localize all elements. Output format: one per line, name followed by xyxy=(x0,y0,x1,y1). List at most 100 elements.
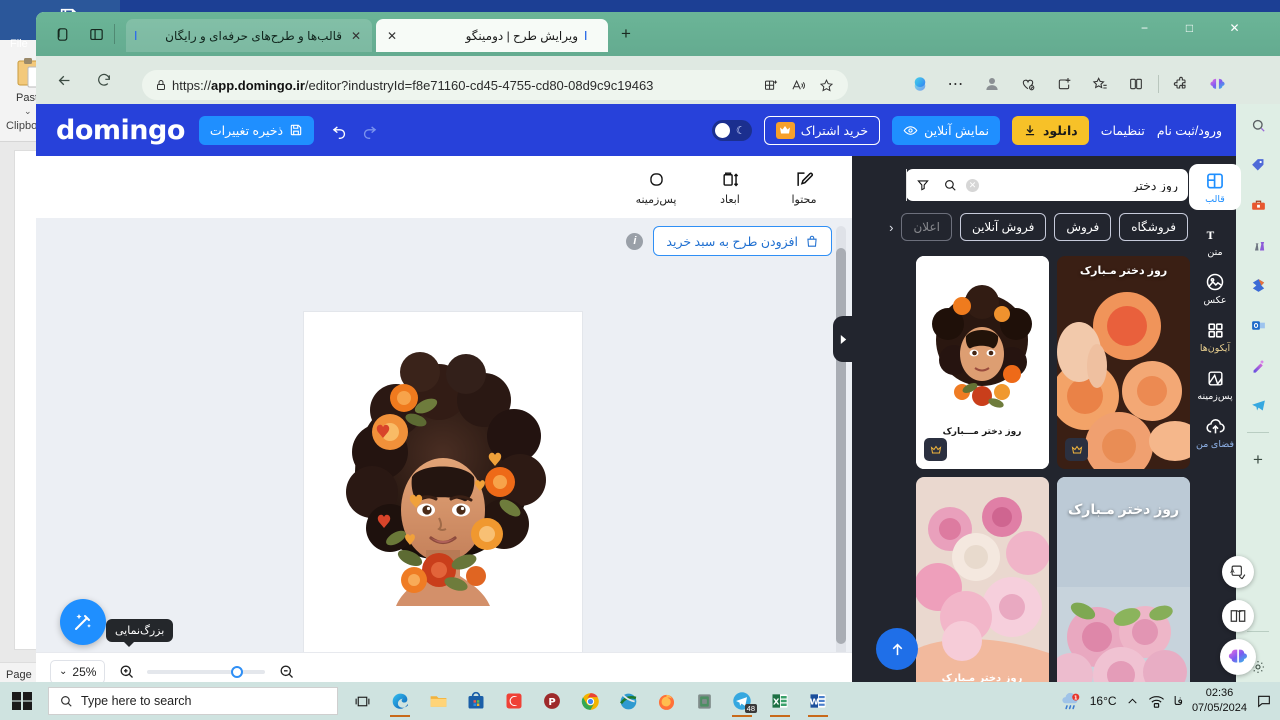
zoom-slider[interactable] xyxy=(147,665,266,678)
dark-mode-toggle[interactable]: ☾ xyxy=(711,119,752,141)
taskbar-app-internet-download-manager[interactable] xyxy=(611,685,645,717)
taskbar-search[interactable]: Type here to search xyxy=(48,687,338,715)
canvas-scrollbar-thumb[interactable] xyxy=(836,248,846,644)
chip-store[interactable]: فروشگاه xyxy=(1119,213,1188,241)
new-tab-button[interactable]: + xyxy=(612,20,640,48)
taskbar-clock[interactable]: 02:36 07/05/2024 xyxy=(1192,686,1247,716)
maximize-button[interactable]: □ xyxy=(1167,12,1212,44)
close-tab-icon[interactable]: ✕ xyxy=(384,28,400,44)
tab-group-icon[interactable] xyxy=(48,20,76,48)
browser-tab-1[interactable]: ✕ قالب‌ها و طرح‌های حرفه‌ای و رایگان d xyxy=(126,19,372,52)
notification-icon[interactable] xyxy=(1256,693,1272,709)
add-sidebar-icon[interactable]: + xyxy=(1245,447,1271,473)
more-settings-icon[interactable]: ⋯ xyxy=(942,70,970,98)
collections-favorites-icon[interactable] xyxy=(1086,70,1114,98)
outlook-icon[interactable] xyxy=(1245,312,1271,338)
games-icon[interactable] xyxy=(1245,232,1271,258)
word-file-menu[interactable]: File xyxy=(10,38,28,50)
taskbar-app-excel[interactable]: X xyxy=(763,685,797,717)
language-indicator[interactable]: فا xyxy=(1174,694,1183,708)
zoom-slider-handle[interactable] xyxy=(231,665,244,678)
read-aloud-icon[interactable] xyxy=(784,71,812,99)
image-creator-icon[interactable] xyxy=(1245,352,1271,378)
magic-wand-button[interactable] xyxy=(60,599,106,645)
word-paste-chevron-icon[interactable]: ⌄ xyxy=(24,106,32,117)
taskbar-app-firefox[interactable] xyxy=(649,685,683,717)
template-card[interactable]: روز دختر مـبارک xyxy=(1057,477,1190,690)
undo-arrow-icon[interactable] xyxy=(326,117,352,143)
taskbar-app-word[interactable]: W xyxy=(801,685,835,717)
telegram-icon[interactable] xyxy=(1245,392,1271,418)
taskbar-app-photoscape[interactable]: P xyxy=(535,685,569,717)
windows-start-icon[interactable] xyxy=(10,689,34,713)
rail-item-my-space[interactable]: فضای من xyxy=(1189,415,1241,450)
redo-arrow-icon[interactable] xyxy=(356,117,382,143)
chip-announcement[interactable]: اعلان xyxy=(901,213,952,241)
rail-item-image[interactable]: عکس xyxy=(1189,271,1241,306)
filter-funnel-icon[interactable] xyxy=(906,169,938,201)
toolbar-item-dimensions[interactable]: ابعاد xyxy=(704,168,756,206)
premium-crown-icon[interactable] xyxy=(1065,438,1088,461)
settings-link[interactable]: تنظیمات xyxy=(1101,123,1145,138)
template-search[interactable]: ✕ xyxy=(906,169,1188,201)
extensions-icon[interactable] xyxy=(1167,70,1195,98)
canvas-area[interactable]: افزودن طرح به سبد خرید i xyxy=(36,218,852,690)
chip-sale[interactable]: فروش xyxy=(1054,213,1112,241)
zoom-out-button[interactable] xyxy=(275,661,297,683)
design-page[interactable]: روز دختر مـــبارک ▲ xyxy=(304,312,582,690)
refresh-icon[interactable] xyxy=(90,66,118,94)
taskbar-app-chrome[interactable] xyxy=(573,685,607,717)
close-button[interactable]: ✕ xyxy=(1212,12,1257,44)
chip-online-sale[interactable]: فروش آنلاین xyxy=(959,213,1047,241)
online-preview-button[interactable]: نمایش آنلاین xyxy=(892,115,1000,145)
favorite-star-icon[interactable] xyxy=(812,71,840,99)
browser-essentials-icon[interactable] xyxy=(1014,70,1042,98)
toolbar-item-background[interactable]: پس‌زمینه xyxy=(630,168,682,206)
profile-icon[interactable] xyxy=(978,70,1006,98)
search-icon[interactable] xyxy=(1245,112,1271,138)
info-icon[interactable]: i xyxy=(626,232,644,250)
close-tab-icon[interactable]: ✕ xyxy=(348,28,364,44)
template-card[interactable]: روز دختر مـــبارک xyxy=(916,256,1049,469)
split-screen-icon[interactable] xyxy=(1122,70,1150,98)
minimize-button[interactable]: − xyxy=(1122,12,1167,44)
rail-item-template[interactable]: قالب xyxy=(1189,164,1241,210)
microsoft-365-icon[interactable] xyxy=(1245,272,1271,298)
taskbar-app-microsoft-store[interactable] xyxy=(459,685,493,717)
taskbar-app-camtasia[interactable] xyxy=(497,685,531,717)
rail-item-icons[interactable]: آیکون‌ها xyxy=(1189,319,1241,354)
taskbar-app-notes[interactable] xyxy=(687,685,721,717)
split-screen-icon[interactable] xyxy=(82,20,110,48)
translate-fab[interactable]: A xyxy=(1222,556,1254,588)
chevron-up-icon[interactable] xyxy=(1126,695,1139,708)
taskbar-app-telegram[interactable]: 48 xyxy=(725,685,759,717)
back-arrow-icon[interactable] xyxy=(50,66,78,94)
download-button[interactable]: دانلود xyxy=(1011,115,1089,145)
weather-rain-icon[interactable]: 1 xyxy=(1060,691,1081,712)
browser-tab-2[interactable]: d ویرایش طرح | دومینگو ✕ xyxy=(376,19,608,52)
search-icon[interactable] xyxy=(938,178,962,192)
search-input[interactable] xyxy=(979,178,1188,192)
weather-temperature[interactable]: 16°C xyxy=(1090,694,1117,708)
ai-brain-fab[interactable] xyxy=(1220,639,1256,675)
taskbar-app-edge[interactable] xyxy=(383,685,417,717)
zoom-in-button[interactable] xyxy=(115,661,137,683)
panel-collapse-toggle[interactable] xyxy=(833,316,853,362)
zoom-level-select[interactable]: ⌄ 25% xyxy=(50,659,106,684)
split-view-icon[interactable] xyxy=(756,71,784,99)
save-changes-button[interactable]: ذخیره تغییرات xyxy=(198,115,315,145)
task-view-icon[interactable] xyxy=(345,685,379,717)
copilot-brain-icon[interactable] xyxy=(1203,70,1231,98)
template-card[interactable]: روز دختر مـبارک xyxy=(916,477,1049,690)
clear-x-icon[interactable]: ✕ xyxy=(966,178,979,192)
app-logo[interactable]: domingo xyxy=(56,115,185,146)
chevron-left-icon[interactable]: ‹ xyxy=(889,220,893,235)
guide-fab[interactable] xyxy=(1222,600,1254,632)
toolbar-item-content[interactable]: محتوا xyxy=(778,168,830,206)
network-icon[interactable] xyxy=(1148,694,1165,709)
shopping-tag-icon[interactable] xyxy=(1245,152,1271,178)
copilot-icon[interactable] xyxy=(906,70,934,98)
add-design-to-cart-button[interactable]: افزودن طرح به سبد خرید xyxy=(653,226,832,256)
add-collection-icon[interactable] xyxy=(1050,70,1078,98)
rail-item-text[interactable]: TT متن xyxy=(1189,223,1241,258)
